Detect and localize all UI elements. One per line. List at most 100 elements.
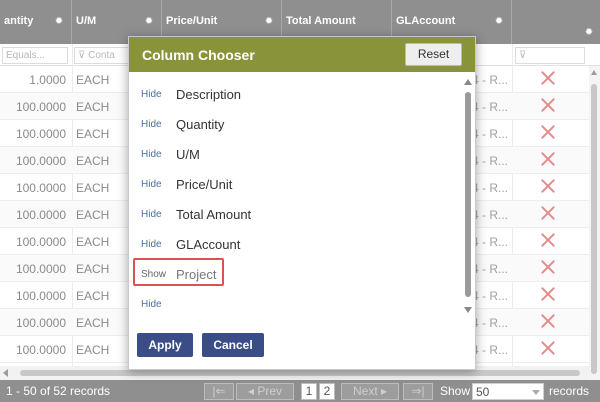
gl-account-cell: 4 - R... <box>472 73 509 87</box>
delete-icon[interactable] <box>540 70 556 86</box>
quantity-cell: 1.0000 <box>29 73 66 87</box>
record-count: 1 - 50 of 52 records <box>6 384 111 398</box>
prev-page-button[interactable]: ◂ Prev <box>236 383 294 400</box>
delete-icon[interactable] <box>540 340 556 356</box>
grid-page: antity ✹ U/M ✹ Price/Unit ✹ Total Amount… <box>0 0 600 402</box>
page-1-button[interactable]: 1 <box>301 383 317 400</box>
hide-link[interactable]: Hide <box>141 89 162 100</box>
um-cell: EACH <box>76 181 110 195</box>
column-header-actions: ✹ <box>512 0 600 44</box>
column-name: Description <box>176 87 242 102</box>
gl-account-cell: 4 - R... <box>472 262 509 276</box>
delete-icon[interactable] <box>540 97 556 113</box>
delete-icon[interactable] <box>540 124 556 140</box>
gl-account-cell: 4 - R... <box>472 235 509 249</box>
um-filter-placeholder: Conta <box>88 50 115 61</box>
column-header-quantity[interactable]: antity ✹ <box>0 0 72 44</box>
chevron-down-icon <box>532 390 540 395</box>
dialog-scrollbar[interactable] <box>463 77 473 317</box>
last-page-button[interactable]: ⇒| <box>403 383 433 400</box>
column-chooser-dialog: Column Chooser Reset Hide Description Hi… <box>128 36 476 370</box>
gear-icon[interactable]: ✹ <box>54 17 64 27</box>
quantity-cell: 100.0000 <box>15 127 66 141</box>
gear-icon[interactable]: ✹ <box>144 17 154 27</box>
grid-vertical-scrollbar[interactable] <box>589 66 600 380</box>
delete-icon[interactable] <box>540 232 556 248</box>
list-item: Hide Total Amount <box>129 201 459 231</box>
records-label: records <box>549 384 590 398</box>
reset-button[interactable]: Reset <box>405 43 462 66</box>
hide-link[interactable]: Hide <box>141 299 162 310</box>
quantity-filter-input[interactable]: Equals... <box>2 47 68 64</box>
scroll-up-icon[interactable] <box>591 70 597 75</box>
delete-icon[interactable] <box>540 178 556 194</box>
gl-account-cell: 4 - R... <box>472 343 509 357</box>
quantity-cell: 100.0000 <box>15 235 66 249</box>
column-header-total-amount-label: Total Amount <box>286 15 356 27</box>
um-cell: EACH <box>76 343 110 357</box>
column-name: Quantity <box>176 117 225 132</box>
list-item: Hide U/M <box>129 141 459 171</box>
delete-icon[interactable] <box>540 151 556 167</box>
um-cell: EACH <box>76 127 110 141</box>
hide-link[interactable]: Hide <box>141 209 162 220</box>
gear-icon[interactable]: ✹ <box>584 28 594 38</box>
um-cell: EACH <box>76 208 110 222</box>
scroll-down-icon[interactable] <box>464 307 472 313</box>
scroll-up-icon[interactable] <box>464 79 472 85</box>
hide-link[interactable]: Hide <box>141 239 162 250</box>
list-item: Hide GLAccount <box>129 231 459 261</box>
gl-account-cell: 4 - R... <box>472 100 509 114</box>
column-header-price-unit-label: Price/Unit <box>166 15 218 27</box>
gear-icon[interactable]: ✹ <box>264 17 274 27</box>
um-filter-input[interactable]: ⊽ Conta <box>74 47 134 64</box>
column-header-um-label: U/M <box>76 15 97 27</box>
scrollbar-thumb[interactable] <box>20 370 580 376</box>
scroll-left-icon[interactable] <box>3 369 8 377</box>
grid-pager: 1 - 50 of 52 records |⇐ ◂ Prev 1 2 Next … <box>0 380 600 402</box>
next-page-button[interactable]: Next ▸ <box>341 383 399 400</box>
hide-link[interactable]: Hide <box>141 179 162 190</box>
dialog-title: Column Chooser <box>142 47 255 63</box>
gl-account-cell: 4 - R... <box>472 154 509 168</box>
delete-icon[interactable] <box>540 286 556 302</box>
dialog-header: Column Chooser Reset <box>129 37 475 72</box>
delete-icon[interactable] <box>540 259 556 275</box>
column-header-quantity-label: antity <box>4 15 34 27</box>
project-row-highlight <box>133 258 224 286</box>
column-header-gl-account-label: GLAccount <box>396 15 456 27</box>
page-size-select[interactable]: 50 <box>472 383 544 400</box>
quantity-cell: 100.0000 <box>15 100 66 114</box>
delete-icon[interactable] <box>540 205 556 221</box>
list-item: Hide Price/Unit <box>129 171 459 201</box>
first-page-button[interactable]: |⇐ <box>204 383 234 400</box>
cancel-button[interactable]: Cancel <box>202 333 264 357</box>
apply-button[interactable]: Apply <box>137 333 193 357</box>
page-size-value: 50 <box>476 385 490 399</box>
scrollbar-thumb[interactable] <box>591 84 597 374</box>
column-name: U/M <box>176 147 200 162</box>
delete-icon[interactable] <box>540 313 556 329</box>
quantity-cell: 100.0000 <box>15 181 66 195</box>
hide-link[interactable]: Hide <box>141 149 162 160</box>
gear-icon[interactable]: ✹ <box>494 17 504 27</box>
um-cell: EACH <box>76 316 110 330</box>
column-name: Total Amount <box>176 207 252 222</box>
gl-account-cell: 4 - R... <box>472 127 509 141</box>
scrollbar-thumb[interactable] <box>465 92 471 297</box>
quantity-cell: 100.0000 <box>15 208 66 222</box>
quantity-cell: 100.0000 <box>15 316 66 330</box>
hide-link[interactable]: Hide <box>141 119 162 130</box>
filter-icon: ⊽ <box>78 50 89 61</box>
list-item: Hide <box>129 291 459 321</box>
actions-filter[interactable]: ⊽ <box>515 47 585 64</box>
um-cell: EACH <box>76 154 110 168</box>
filter-icon: ⊽ <box>519 50 527 61</box>
um-cell: EACH <box>76 73 110 87</box>
um-cell: EACH <box>76 235 110 249</box>
list-item: Hide Description <box>129 81 459 111</box>
list-item: Hide Quantity <box>129 111 459 141</box>
show-label: Show <box>440 384 471 398</box>
page-2-button[interactable]: 2 <box>319 383 335 400</box>
column-name: Price/Unit <box>176 177 233 192</box>
